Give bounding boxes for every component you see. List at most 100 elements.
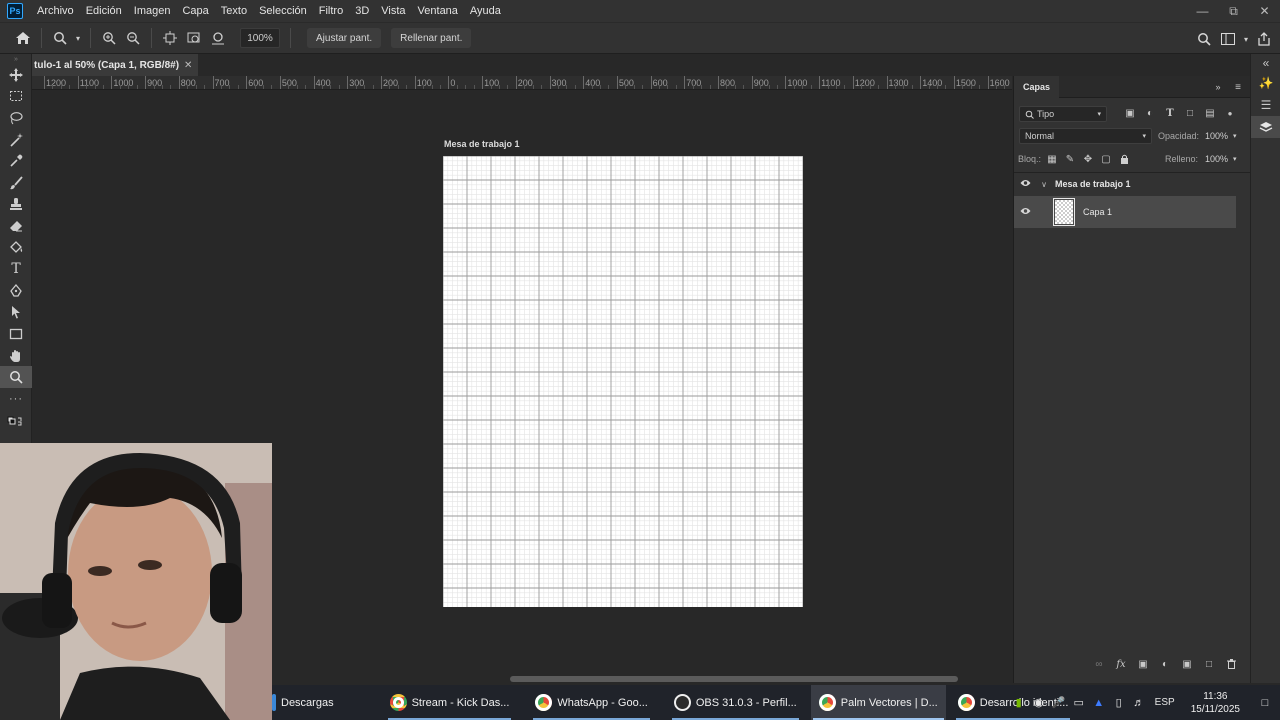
eyedropper-tool-icon[interactable] xyxy=(0,150,32,172)
close-tab-icon[interactable]: ✕ xyxy=(184,60,192,71)
restore-icon[interactable]: ⧉ xyxy=(1218,0,1249,22)
new-layer-icon[interactable]: □ xyxy=(1201,656,1217,672)
type-tool-icon[interactable]: T xyxy=(0,258,32,280)
zoom-tool-icon[interactable] xyxy=(49,27,71,49)
properties-icon[interactable]: ✨ xyxy=(1251,72,1280,94)
zoom-in-icon[interactable] xyxy=(98,27,120,49)
language-indicator[interactable]: ESP xyxy=(1149,697,1181,708)
tab-layers[interactable]: Capas xyxy=(1014,76,1060,98)
zoom-tool-icon[interactable] xyxy=(0,366,32,388)
chevron-down-icon[interactable]: ▾ xyxy=(73,27,83,49)
paint-bucket-tool-icon[interactable] xyxy=(0,237,32,259)
taskbar-app-stream[interactable]: Stream - Kick Das... xyxy=(382,685,518,720)
filter-toggle-icon[interactable]: ● xyxy=(1222,105,1238,121)
microphone-icon[interactable]: 🎤 xyxy=(1049,696,1069,709)
collapse-icon[interactable]: « xyxy=(1251,54,1280,72)
camera-icon[interactable]: ◉ xyxy=(1029,696,1049,709)
eraser-tool-icon[interactable] xyxy=(0,215,32,237)
lock-all-icon[interactable] xyxy=(1116,151,1132,167)
battery-icon[interactable]: ▯ xyxy=(1109,696,1129,709)
visibility-eye-icon[interactable] xyxy=(1014,179,1036,190)
panel-menu-icon[interactable]: ≡ xyxy=(1230,79,1246,95)
minimize-icon[interactable]: — xyxy=(1187,0,1218,22)
adjustments-sliders-icon[interactable]: ☰ xyxy=(1251,94,1280,116)
zoom-percentage-field[interactable]: 100% xyxy=(240,28,280,48)
lock-transparency-icon[interactable]: ▦ xyxy=(1044,151,1060,167)
brush-tool-icon[interactable] xyxy=(0,172,32,194)
pen-tool-icon[interactable] xyxy=(0,280,32,302)
fit-screen-button[interactable]: Ajustar pant. xyxy=(307,28,382,48)
app-tray-icon[interactable]: ▲ xyxy=(1089,697,1109,709)
blend-mode-select[interactable]: Normal ▾ xyxy=(1019,128,1152,144)
layer-filter-select[interactable]: Tipo ▾ xyxy=(1019,106,1107,122)
taskbar-app-whatsapp[interactable]: WhatsApp - Goo... xyxy=(527,685,655,720)
zoom-all-windows-icon[interactable] xyxy=(183,27,205,49)
trash-icon[interactable] xyxy=(1223,656,1239,672)
new-group-icon[interactable]: ▣ xyxy=(1179,656,1195,672)
artboard-label[interactable]: Mesa de trabajo 1 xyxy=(444,139,520,149)
lock-position-icon[interactable]: ✥ xyxy=(1080,151,1096,167)
resize-windows-icon[interactable] xyxy=(159,27,181,49)
hand-tool-icon[interactable] xyxy=(0,345,32,367)
lock-pixels-icon[interactable]: ✎ xyxy=(1062,151,1078,167)
menu-filtro[interactable]: Filtro xyxy=(313,0,349,22)
move-tool-icon[interactable] xyxy=(0,64,32,86)
menu-capa[interactable]: Capa xyxy=(176,0,214,22)
link-layers-icon[interactable]: ∞ xyxy=(1091,656,1107,672)
color-swatches-icon[interactable] xyxy=(0,410,32,432)
path-selection-tool-icon[interactable] xyxy=(0,302,32,324)
menu-texto[interactable]: Texto xyxy=(215,0,253,22)
visibility-eye-icon[interactable] xyxy=(1014,207,1036,218)
expand-chevron-icon[interactable]: ∨ xyxy=(1036,180,1052,189)
layer-thumbnail[interactable] xyxy=(1053,198,1075,226)
close-icon[interactable]: ✕ xyxy=(1249,0,1280,22)
fill-screen-button[interactable]: Rellenar pant. xyxy=(391,28,472,48)
home-icon[interactable] xyxy=(12,27,34,49)
smart-object-filter-icon[interactable]: ▤ xyxy=(1202,105,1218,121)
collapse-panel-icon[interactable]: » xyxy=(1210,79,1226,95)
menu-imagen[interactable]: Imagen xyxy=(128,0,177,22)
lasso-tool-icon[interactable] xyxy=(0,107,32,129)
adjustment-filter-icon[interactable]: ◐ xyxy=(1142,105,1158,121)
layer-row-capa-1[interactable]: Capa 1 xyxy=(1014,196,1236,228)
search-icon[interactable] xyxy=(1193,28,1215,50)
layer-mask-icon[interactable]: ▣ xyxy=(1135,656,1151,672)
menu-archivo[interactable]: Archivo xyxy=(31,0,80,22)
document-tab[interactable]: tulo-1 al 50% (Capa 1, RGB/8#) ✕ xyxy=(32,54,199,76)
menu-ayuda[interactable]: Ayuda xyxy=(464,0,507,22)
lock-artboard-icon[interactable]: ▢ xyxy=(1098,151,1114,167)
image-filter-icon[interactable]: ▣ xyxy=(1122,105,1138,121)
scrubby-zoom-icon[interactable] xyxy=(207,27,229,49)
fill-field[interactable]: 100% ▾ xyxy=(1200,151,1240,167)
clock[interactable]: 11:36 15/11/2025 xyxy=(1191,690,1240,716)
menu-ventana[interactable]: Ventana xyxy=(412,0,464,22)
menu-3d[interactable]: 3D xyxy=(349,0,375,22)
menu-vista[interactable]: Vista xyxy=(375,0,411,22)
type-filter-icon[interactable]: T xyxy=(1162,105,1178,121)
display-icon[interactable]: ▭ xyxy=(1069,696,1089,709)
volume-icon[interactable]: ♬ xyxy=(1129,697,1149,709)
chevron-down-icon[interactable]: ▾ xyxy=(1241,28,1251,50)
menu-edicion[interactable]: Edición xyxy=(80,0,128,22)
magic-wand-tool-icon[interactable] xyxy=(0,129,32,151)
adjustment-layer-icon[interactable]: ◐ xyxy=(1157,656,1173,672)
taskbar-app-descargas[interactable]: Descargas xyxy=(272,685,342,720)
menu-seleccion[interactable]: Selección xyxy=(253,0,313,22)
layer-row-artboard[interactable]: ∨ Mesa de trabajo 1 xyxy=(1014,174,1236,194)
marquee-tool-icon[interactable] xyxy=(0,86,32,108)
more-tools-icon[interactable]: ··· xyxy=(0,388,32,410)
taskbar-app-palm-vectores[interactable]: Palm Vectores | D... xyxy=(810,685,946,720)
workspace-icon[interactable] xyxy=(1217,28,1239,50)
rectangle-tool-icon[interactable] xyxy=(0,323,32,345)
fx-icon[interactable]: fx xyxy=(1113,656,1129,672)
nvidia-icon[interactable]: ▮ xyxy=(1009,696,1029,709)
share-icon[interactable] xyxy=(1253,28,1275,50)
layers-icon[interactable] xyxy=(1251,116,1280,138)
zoom-out-icon[interactable] xyxy=(122,27,144,49)
notifications-icon[interactable]: □ xyxy=(1250,697,1280,709)
taskbar-app-obs[interactable]: OBS 31.0.3 - Perfil... xyxy=(666,685,805,720)
shape-filter-icon[interactable]: □ xyxy=(1182,105,1198,121)
opacity-field[interactable]: 100% ▾ xyxy=(1200,128,1240,144)
stamp-tool-icon[interactable] xyxy=(0,194,32,216)
scrollbar-thumb[interactable] xyxy=(510,676,958,682)
